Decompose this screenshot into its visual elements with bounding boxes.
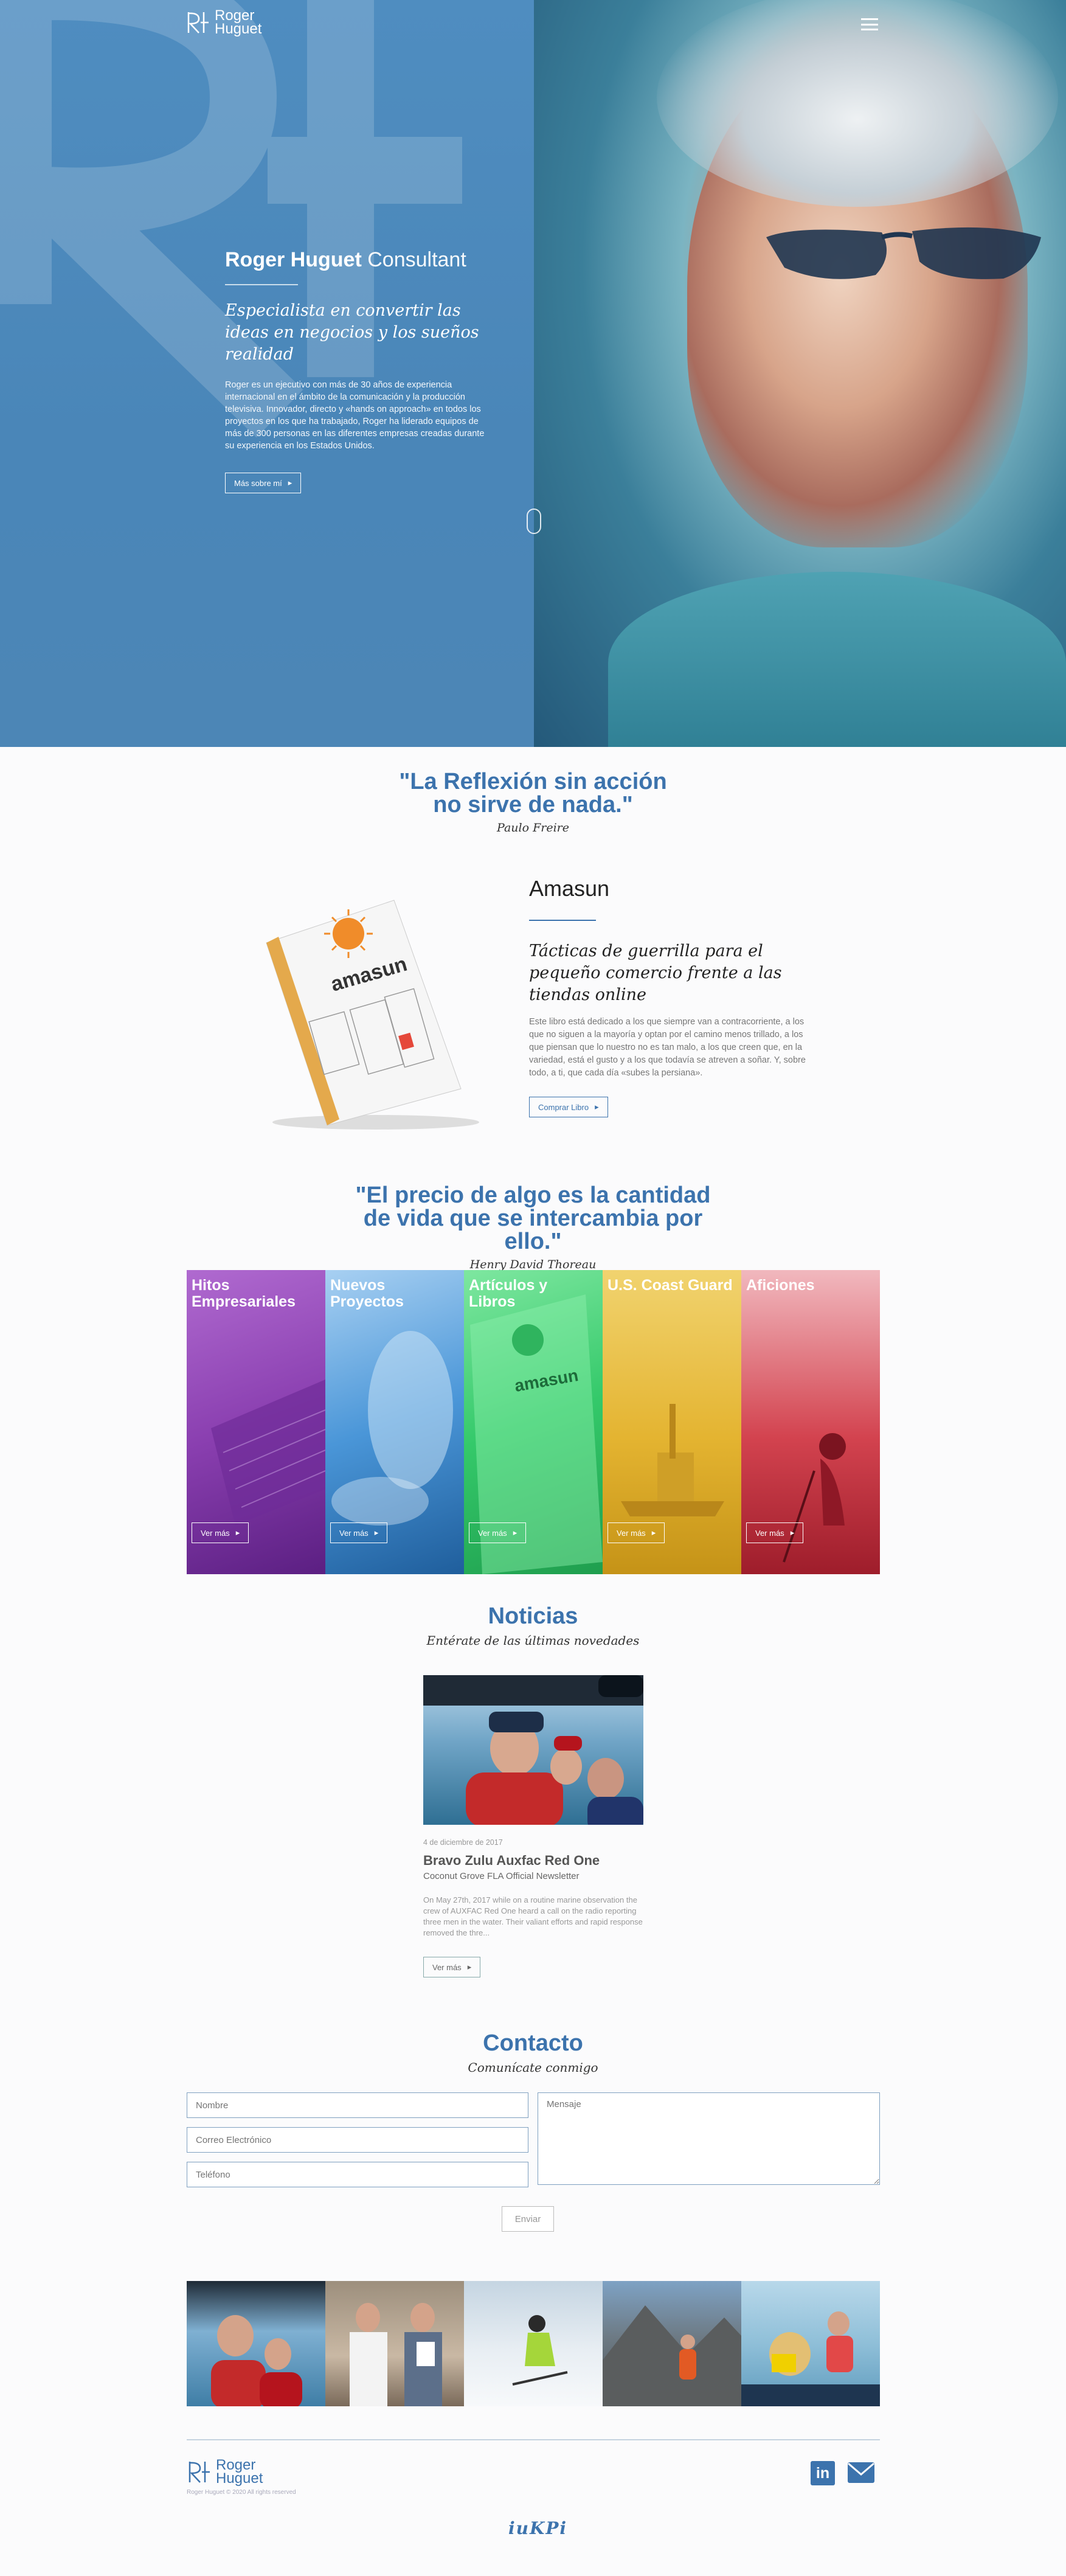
gallery-photo-boat[interactable] [187, 2281, 325, 2406]
buy-book-button[interactable]: Comprar Libro ▸ [529, 1097, 608, 1117]
quote-author: Henry David Thoreau [469, 1258, 597, 1271]
portrait-shirt [608, 572, 1066, 747]
book-info: Amasun Tácticas de guerrilla para el peq… [529, 876, 809, 1117]
news-source: Coconut Grove FLA Official Newsletter [423, 1871, 580, 1881]
tile-label: Hitos Empresariales [192, 1277, 296, 1310]
rh-logo-icon [187, 12, 209, 33]
arrow-right-icon: ▸ [288, 478, 292, 487]
tile-button-label: Ver más [478, 1528, 507, 1538]
hero-title-bold: Roger Huguet [225, 248, 362, 271]
quote-text: "La Reflexión sin acción no sirve de nad… [399, 769, 667, 818]
photo-gallery [187, 2281, 880, 2406]
gallery-photo-mountain[interactable] [603, 2281, 741, 2406]
news-photo[interactable] [423, 1675, 643, 1825]
tile-button-label: Ver más [339, 1528, 369, 1538]
tile-ver-mas-button[interactable]: Ver más ▸ [746, 1522, 804, 1543]
arrow-right-icon: ▸ [467, 1962, 472, 1971]
news-heading: Noticias [488, 1603, 578, 1629]
rh-logo-icon [189, 2462, 210, 2483]
book-description: Este libro está dedicado a los que siemp… [529, 1017, 806, 1078]
boat-crew-image [423, 1675, 643, 1825]
contact-heading: Contacto [483, 2030, 583, 2056]
quote-text: "El precio de algo es la cantidad de vid… [355, 1182, 711, 1254]
portrait-glasses [766, 227, 1041, 279]
linkedin-icon[interactable]: in [811, 2461, 835, 2485]
hero-description: Roger es un ejecutivo con más de 30 años… [225, 380, 485, 451]
news-ver-mas-button[interactable]: Ver más ▸ [423, 1957, 481, 1977]
tile-us-coast-guard[interactable]: U.S. Coast Guard Ver más ▸ [603, 1270, 741, 1574]
footer-logo-line2: Huguet [216, 2470, 263, 2487]
tile-ver-mas-button[interactable]: Ver más ▸ [469, 1522, 527, 1543]
email-field[interactable] [187, 2127, 528, 2153]
tile-aficiones[interactable]: Aficiones Ver más ▸ [741, 1270, 880, 1574]
arrow-right-icon: ▸ [790, 1528, 795, 1537]
message-field[interactable] [538, 2092, 880, 2185]
tile-button-label: Ver más [201, 1528, 230, 1538]
footer-copyright: Roger Huguet © 2020 All rights reserved [187, 2489, 296, 2496]
tile-label: Artículos y Libros [469, 1277, 548, 1310]
quote-author: Paulo Freire [497, 821, 569, 835]
tile-hitos-empresariales[interactable]: Hitos Empresariales Ver más ▸ [187, 1270, 325, 1574]
category-tiles: Hitos Empresariales Ver más ▸ Nuevos Proy… [187, 1270, 880, 1574]
tile-button-label: Ver más [755, 1528, 784, 1538]
arrow-right-icon: ▸ [651, 1528, 656, 1537]
tile-label: U.S. Coast Guard [607, 1277, 733, 1294]
gallery-photo-dog-paddleboard[interactable] [741, 2281, 880, 2406]
developer-signature[interactable]: iuKPi [508, 2518, 567, 2538]
tile-ver-mas-button[interactable]: Ver más ▸ [607, 1522, 665, 1543]
footer-divider [187, 2439, 880, 2440]
amasun-book-cover[interactable]: amasun [242, 888, 479, 1131]
news-card: 4 de diciembre de 2017 Bravo Zulu Auxfac… [423, 1675, 643, 1977]
tile-ver-mas-button[interactable]: Ver más ▸ [192, 1522, 249, 1543]
hamburger-menu-icon[interactable] [861, 18, 878, 30]
scroll-down-icon[interactable] [527, 509, 541, 534]
tile-ver-mas-button[interactable]: Ver más ▸ [330, 1522, 388, 1543]
book-title: Amasun [529, 876, 610, 901]
arrow-right-icon: ▸ [235, 1528, 240, 1537]
news-title[interactable]: Bravo Zulu Auxfac Red One [423, 1853, 643, 1869]
footer-social-links: in [811, 2461, 875, 2485]
hero-content: Roger Huguet Consultant Especialista en … [225, 248, 493, 493]
tile-button-label: Ver más [617, 1528, 646, 1538]
arrow-right-icon: ▸ [374, 1528, 379, 1537]
tile-nuevos-proyectos[interactable]: Nuevos Proyectos Ver más ▸ [325, 1270, 464, 1574]
gallery-photo-skiing[interactable] [464, 2281, 603, 2406]
hero-title-light: Consultant [367, 248, 466, 271]
hero-subtitle: Especialista en convertir las ideas en n… [225, 301, 479, 364]
contact-subheading: Comunícate conmigo [468, 2060, 598, 2075]
gallery-photo-ceremony[interactable] [325, 2281, 464, 2406]
tile-articulos-libros[interactable]: amasun Artículos y Libros Ver más ▸ [464, 1270, 603, 1574]
about-me-button-label: Más sobre mí [234, 478, 282, 488]
contact-header: Contacto Comunícate conmigo [0, 2030, 1066, 2075]
news-button-label: Ver más [432, 1962, 462, 1972]
news-subheading: Entérate de las últimas novedades [426, 1633, 640, 1648]
buy-book-button-label: Comprar Libro [538, 1102, 589, 1112]
phone-field[interactable] [187, 2162, 528, 2187]
book-section: amasun Amasun Tácticas de guerrilla para… [0, 876, 1066, 1131]
hero-section: Roger Huguet Roger Huguet Consultant Esp… [0, 0, 1066, 747]
book-subtitle: Tácticas de guerrilla para el pequeño co… [529, 942, 782, 1004]
hero-title: Roger Huguet Consultant [225, 248, 493, 272]
email-icon[interactable] [847, 2461, 875, 2484]
tile-label: Aficiones [746, 1277, 815, 1294]
logo-text-line2: Huguet [215, 21, 262, 37]
send-button[interactable]: Enviar [502, 2206, 554, 2232]
news-date: 4 de diciembre de 2017 [423, 1838, 503, 1847]
name-field[interactable] [187, 2092, 528, 2118]
arrow-right-icon: ▸ [513, 1528, 517, 1537]
book-divider [529, 920, 596, 921]
header-logo[interactable]: Roger Huguet [185, 9, 261, 36]
news-excerpt: On May 27th, 2017 while on a routine mar… [423, 1895, 643, 1937]
quote-precio: "El precio de algo es la cantidad de vid… [0, 1184, 1066, 1271]
news-header: Noticias Entérate de las últimas novedad… [0, 1603, 1066, 1648]
footer-logo[interactable]: Roger Huguet [187, 2458, 263, 2487]
hero-divider [225, 284, 298, 285]
quote-reflexion: "La Reflexión sin acción no sirve de nad… [0, 770, 1066, 835]
arrow-right-icon: ▸ [595, 1102, 599, 1111]
tile-label: Nuevos Proyectos [330, 1277, 404, 1310]
about-me-button[interactable]: Más sobre mí ▸ [225, 473, 302, 493]
